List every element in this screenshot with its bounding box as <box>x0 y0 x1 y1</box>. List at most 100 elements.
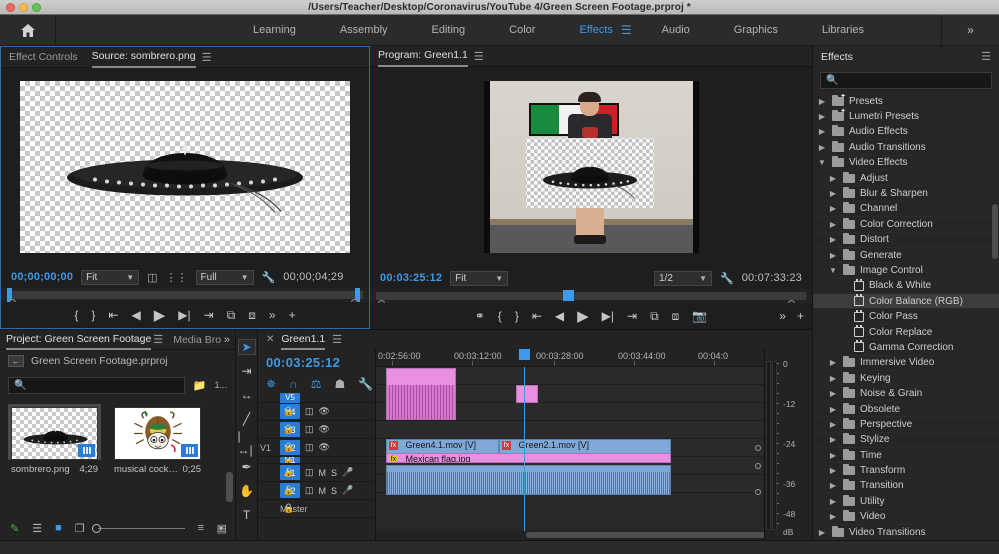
drag-video-only-icon[interactable]: ⋮⋮ <box>166 271 188 284</box>
project-scrollbar[interactable] <box>226 472 233 502</box>
wrench-icon[interactable]: 🔧 <box>262 271 276 284</box>
program-playhead-timecode[interactable]: 00:03:25:12 <box>380 272 442 284</box>
sync-lock-icon[interactable]: ◫ <box>305 467 314 478</box>
step-back-button[interactable]: ◀ <box>555 309 564 323</box>
chevron-right-icon[interactable]: ▶ <box>828 174 838 183</box>
effects-row-color-pass[interactable]: Color Pass <box>813 309 999 325</box>
new-bin-icon[interactable]: 📁 <box>193 379 207 392</box>
zoom-slider[interactable] <box>91 523 185 533</box>
button-editor-icon[interactable]: » <box>779 309 786 323</box>
sync-lock-icon[interactable]: ◫ <box>305 485 314 496</box>
effects-row-image-control[interactable]: ▼ Image Control <box>813 263 999 279</box>
chevron-right-icon[interactable]: ▶ <box>817 97 827 106</box>
tab-source-sombrero[interactable]: Source: sombrero.png <box>91 47 196 68</box>
effects-row-obsolete[interactable]: ▶ Obsolete <box>813 402 999 418</box>
effects-row-keying[interactable]: ▶ Keying <box>813 371 999 387</box>
chevron-right-icon[interactable]: ▶ <box>817 143 827 152</box>
workspace-tab-libraries[interactable]: Libraries <box>800 15 886 45</box>
workspace-tab-audio[interactable]: Audio <box>640 15 712 45</box>
track-header-v2[interactable]: V1 🔒 V2 ◫ 👁 <box>258 439 375 457</box>
track-header-master[interactable]: 🔒 Master <box>258 500 375 518</box>
wrench-icon[interactable]: 🔧 <box>720 272 734 285</box>
chevron-down-icon[interactable]: ▼ <box>828 266 838 275</box>
mark-in-button[interactable]: { <box>498 309 502 323</box>
timeline-clip-audio[interactable] <box>386 465 671 495</box>
timeline-clip-mexican-flag[interactable]: fx Mexican flag.jpg <box>386 453 671 463</box>
list-view-icon[interactable]: ☰ <box>32 522 42 535</box>
chevron-right-icon[interactable]: ▶ <box>828 389 838 398</box>
track-header-v1[interactable]: 🔒 V1 <box>258 457 375 464</box>
go-to-out-button[interactable]: ⇥ <box>204 308 214 322</box>
solo-button[interactable]: S <box>331 468 337 478</box>
program-scrubber[interactable] <box>370 289 812 307</box>
go-to-in-button[interactable]: ⇤ <box>108 308 118 322</box>
workspace-tab-assembly[interactable]: Assembly <box>318 15 410 45</box>
panel-menu-icon[interactable]: ☰ <box>202 51 212 64</box>
chevron-right-icon[interactable]: ▶ <box>828 451 838 460</box>
tab-timeline-green11[interactable]: Green1.1 <box>281 329 326 350</box>
pen-tool[interactable]: ✒ <box>238 459 256 475</box>
effects-row-perspective[interactable]: ▶ Perspective <box>813 417 999 433</box>
effects-row-adjust[interactable]: ▶ Adjust <box>813 171 999 187</box>
select-zoom-level-icon[interactable]: ◫ <box>147 271 157 284</box>
mute-button[interactable]: M <box>319 468 327 478</box>
chevron-right-icon[interactable]: ▶ <box>828 235 838 244</box>
selection-tool[interactable]: ➤ <box>237 339 256 355</box>
marker-icon[interactable]: ☗ <box>334 377 345 391</box>
track-keyframe-dot[interactable] <box>755 463 761 469</box>
add-marker-button[interactable]: ⚭ <box>475 309 485 323</box>
track-row-v2[interactable] <box>376 421 764 439</box>
lock-icon[interactable]: 🔒 <box>283 424 294 435</box>
effects-row-stylize[interactable]: ▶ Stylize <box>813 433 999 448</box>
chevron-right-icon[interactable]: ▶ <box>828 481 838 490</box>
track-keyframe-dot[interactable] <box>755 489 761 495</box>
project-overflow-button[interactable]: » <box>224 334 230 346</box>
tab-program-green11[interactable]: Program: Green1.1 <box>378 46 468 67</box>
chevron-right-icon[interactable]: ▶ <box>828 204 838 213</box>
workspace-tab-learning[interactable]: Learning <box>231 15 318 45</box>
workspace-overflow-button[interactable]: » <box>941 15 999 45</box>
effects-row-color-balance-rgb[interactable]: Color Balance (RGB) <box>813 294 999 310</box>
chevron-right-icon[interactable]: ▶ <box>828 374 838 383</box>
effects-row-video-transitions[interactable]: ▶ Video Transitions <box>813 525 999 540</box>
icon-view-icon[interactable]: ■ <box>55 522 62 534</box>
hand-tool[interactable]: ✋ <box>238 483 256 499</box>
effects-scrollbar[interactable] <box>992 204 998 259</box>
insert-overwrite-icon[interactable]: ✵ <box>266 377 276 391</box>
workspace-tab-editing[interactable]: Editing <box>410 15 488 45</box>
timeline-playhead-timecode[interactable]: 00:03:25:12 <box>258 349 375 373</box>
chevron-right-icon[interactable]: ▶ <box>828 251 838 260</box>
ripple-edit-tool[interactable]: ↔ <box>238 387 256 403</box>
sort-icon[interactable]: ≡ <box>198 522 204 534</box>
chevron-right-icon[interactable]: ▶ <box>828 189 838 198</box>
chevron-right-icon[interactable]: ▶ <box>817 127 827 136</box>
tab-project[interactable]: Project: Green Screen Footage <box>6 329 152 350</box>
chevron-right-icon[interactable]: ▶ <box>828 512 838 521</box>
chevron-right-icon[interactable]: ▶ <box>828 435 838 444</box>
panel-menu-icon[interactable]: ☰ <box>153 333 163 346</box>
panel-menu-icon[interactable]: ☰ <box>332 333 342 346</box>
project-item-cockroach[interactable]: musical cockroach... 0;25 <box>111 404 204 475</box>
project-search-input[interactable]: 🔍 <box>8 376 185 394</box>
effects-row-audio-transitions[interactable]: ▶ Audio Transitions <box>813 140 999 156</box>
eye-icon[interactable]: 👁 <box>319 442 330 453</box>
track-header-v5[interactable]: V5 <box>258 392 375 403</box>
effects-row-transition[interactable]: ▶ Transition <box>813 479 999 495</box>
timeline-settings-icon[interactable]: 🔧 <box>358 377 373 391</box>
mic-icon[interactable]: 🎤 <box>342 467 353 478</box>
chevron-right-icon[interactable]: ▶ <box>828 358 838 367</box>
chevron-right-icon[interactable]: ▶ <box>828 497 838 506</box>
chevron-down-icon[interactable]: ▼ <box>817 158 827 167</box>
source-fit-select[interactable]: Fit ▼ <box>81 269 140 285</box>
track-header-v4[interactable]: 🔒 V4 ◫ 👁 <box>258 403 375 421</box>
tracks-area[interactable]: fx Green4.1.mov [V] fx Green2.1.mov [V] … <box>376 367 764 531</box>
panel-menu-icon[interactable]: ☰ <box>981 50 991 63</box>
new-item-pen-icon[interactable]: ✎ <box>10 522 19 535</box>
sync-lock-icon[interactable]: ◫ <box>305 406 314 417</box>
go-to-in-button[interactable]: ⇤ <box>532 309 542 323</box>
home-button[interactable] <box>0 15 56 45</box>
source-monitor-view[interactable] <box>1 68 369 266</box>
playhead-head[interactable] <box>519 349 530 360</box>
effects-row-distort[interactable]: ▶ Distort <box>813 233 999 248</box>
workspace-tab-color[interactable]: Color <box>487 15 557 45</box>
